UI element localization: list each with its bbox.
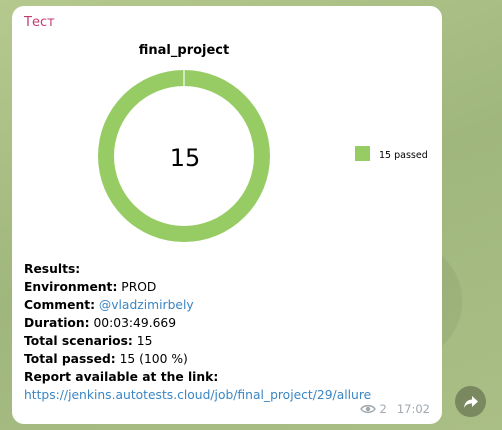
legend-swatch — [355, 146, 370, 161]
total-passed-label: Total passed: — [24, 352, 116, 366]
report-link-label: Report available at the link: — [24, 370, 219, 384]
total-passed-value: 15 (100 %) — [119, 352, 188, 366]
share-arrow-icon — [463, 395, 478, 408]
eye-icon — [359, 404, 376, 414]
report-text: Results: Environment: PROD Comment: @vla… — [24, 260, 434, 404]
environment-value: PROD — [121, 280, 157, 294]
message-time: 17:02 — [396, 402, 430, 416]
comment-label: Comment: — [24, 298, 95, 312]
results-heading: Results: — [24, 262, 81, 276]
duration-value: 00:03:49.669 — [93, 316, 177, 330]
chart-center-label: 15 — [170, 144, 201, 172]
total-scenarios-value: 15 — [136, 334, 153, 348]
legend-label: 15 passed — [379, 150, 428, 161]
chart-title: final_project — [139, 43, 229, 58]
duration-line: Duration: 00:03:49.669 — [24, 314, 434, 332]
duration-label: Duration: — [24, 316, 90, 330]
share-button[interactable] — [455, 386, 486, 417]
environment-line: Environment: PROD — [24, 278, 434, 296]
total-scenarios-line: Total scenarios: 15 — [24, 332, 434, 350]
environment-label: Environment: — [24, 280, 118, 294]
donut-chart: final_project 15 15 passed — [98, 43, 428, 242]
comment-line: Comment: @vladzimirbely — [24, 296, 434, 314]
total-passed-line: Total passed: 15 (100 %) — [24, 350, 434, 368]
message-meta: 2 17:02 — [359, 402, 430, 416]
views-count: 2 — [379, 402, 387, 416]
sender-name[interactable]: Тест — [24, 15, 55, 30]
message-bubble: Тест final_project 15 15 passed Results:… — [12, 6, 442, 424]
comment-mention-link[interactable]: @vladzimirbely — [99, 298, 194, 312]
total-scenarios-label: Total scenarios: — [24, 334, 133, 348]
